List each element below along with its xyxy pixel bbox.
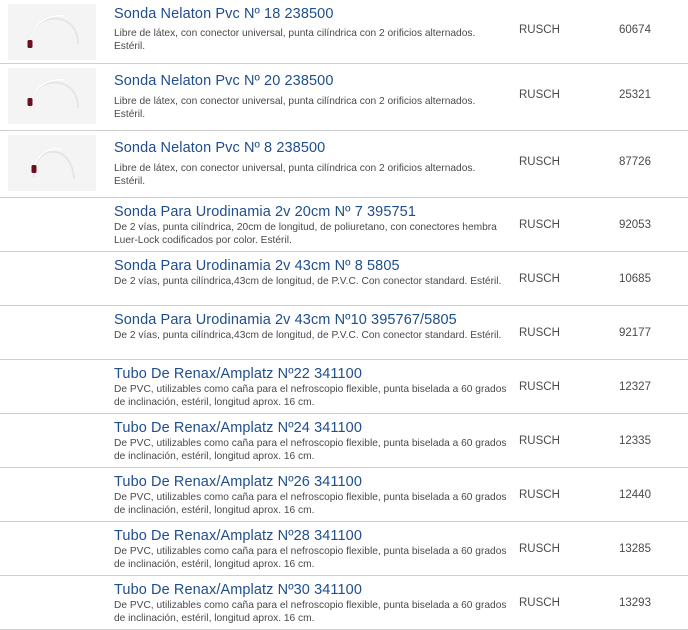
product-title-link[interactable]: Sonda Para Urodinamia 2v 43cm Nº10 39576… [114, 312, 457, 328]
product-brand: RUSCH [519, 381, 560, 393]
product-list: Sonda Nelaton Pvc Nº 18 238500 Libre de … [0, 0, 688, 630]
product-brand: RUSCH [519, 24, 560, 36]
product-description: De PVC, utilizables como caña para el ne… [114, 438, 507, 462]
product-description: De PVC, utilizables como caña para el ne… [114, 384, 507, 408]
product-title-link[interactable]: Tubo De Renax/Amplatz Nº24 341100 [114, 420, 362, 436]
product-title-link[interactable]: Tubo De Renax/Amplatz Nº30 341100 [114, 582, 362, 598]
product-row[interactable]: Sonda Para Urodinamia 2v 43cm Nº10 39576… [0, 306, 688, 360]
product-code: 60674 [619, 24, 651, 36]
product-title-link[interactable]: Tubo De Renax/Amplatz Nº28 341100 [114, 528, 362, 544]
product-row[interactable]: Tubo De Renax/Amplatz Nº22 341100 De PVC… [0, 360, 688, 414]
product-title-link[interactable]: Sonda Nelaton Pvc Nº 20 238500 [114, 73, 334, 89]
product-description: De 2 vías, punta cilíndrica,43cm de long… [114, 276, 502, 287]
product-brand: RUSCH [519, 89, 560, 101]
product-row[interactable]: Tubo De Renax/Amplatz Nº30 341100 De PVC… [0, 576, 688, 630]
product-code: 12440 [619, 489, 651, 501]
product-brand: RUSCH [519, 219, 560, 231]
product-code: 12335 [619, 435, 651, 447]
product-code: 13285 [619, 543, 651, 555]
product-brand: RUSCH [519, 273, 560, 285]
product-title-link[interactable]: Sonda Para Urodinamia 2v 43cm Nº 8 5805 [114, 258, 400, 274]
product-row[interactable]: Sonda Para Urodinamia 2v 20cm Nº 7 39575… [0, 198, 688, 252]
product-row[interactable]: Sonda Nelaton Pvc Nº 8 238500 Libre de l… [0, 131, 688, 198]
product-code: 87726 [619, 156, 651, 168]
product-row[interactable]: Sonda Nelaton Pvc Nº 18 238500 Libre de … [0, 0, 688, 64]
product-row[interactable]: Tubo De Renax/Amplatz Nº26 341100 De PVC… [0, 468, 688, 522]
catheter-thumbnail-icon[interactable] [8, 68, 96, 124]
product-code: 92053 [619, 219, 651, 231]
product-code: 25321 [619, 89, 651, 101]
product-description: De 2 vías, punta cilíndrica,43cm de long… [114, 330, 502, 341]
product-brand: RUSCH [519, 435, 560, 447]
product-code: 10685 [619, 273, 651, 285]
product-code: 12327 [619, 381, 651, 393]
product-code: 13293 [619, 597, 651, 609]
product-brand: RUSCH [519, 597, 560, 609]
product-description: De PVC, utilizables como caña para el ne… [114, 600, 507, 624]
product-brand: RUSCH [519, 327, 560, 339]
product-description: De 2 vías, punta cilíndrica, 20cm de lon… [114, 222, 497, 246]
product-description: Libre de látex, con conector universal, … [114, 96, 476, 120]
product-title-link[interactable]: Tubo De Renax/Amplatz Nº26 341100 [114, 474, 362, 490]
product-title-link[interactable]: Sonda Para Urodinamia 2v 20cm Nº 7 39575… [114, 204, 416, 220]
catheter-thumbnail-icon[interactable] [8, 4, 96, 60]
product-row[interactable]: Tubo De Renax/Amplatz Nº24 341100 De PVC… [0, 414, 688, 468]
product-description: De PVC, utilizables como caña para el ne… [114, 492, 507, 516]
product-description: Libre de látex, con conector universal, … [114, 28, 476, 52]
product-row[interactable]: Sonda Para Urodinamia 2v 43cm Nº 8 5805 … [0, 252, 688, 306]
catheter-thumbnail-icon[interactable] [8, 135, 96, 191]
product-brand: RUSCH [519, 489, 560, 501]
product-description: De PVC, utilizables como caña para el ne… [114, 546, 507, 570]
product-description: Libre de látex, con conector universal, … [114, 163, 476, 187]
product-brand: RUSCH [519, 543, 560, 555]
product-title-link[interactable]: Sonda Nelaton Pvc Nº 18 238500 [114, 6, 334, 22]
product-row[interactable]: Tubo De Renax/Amplatz Nº28 341100 De PVC… [0, 522, 688, 576]
product-row[interactable]: Sonda Nelaton Pvc Nº 20 238500 Libre de … [0, 64, 688, 131]
product-code: 92177 [619, 327, 651, 339]
product-title-link[interactable]: Tubo De Renax/Amplatz Nº22 341100 [114, 366, 362, 382]
product-brand: RUSCH [519, 156, 560, 168]
product-title-link[interactable]: Sonda Nelaton Pvc Nº 8 238500 [114, 140, 325, 156]
